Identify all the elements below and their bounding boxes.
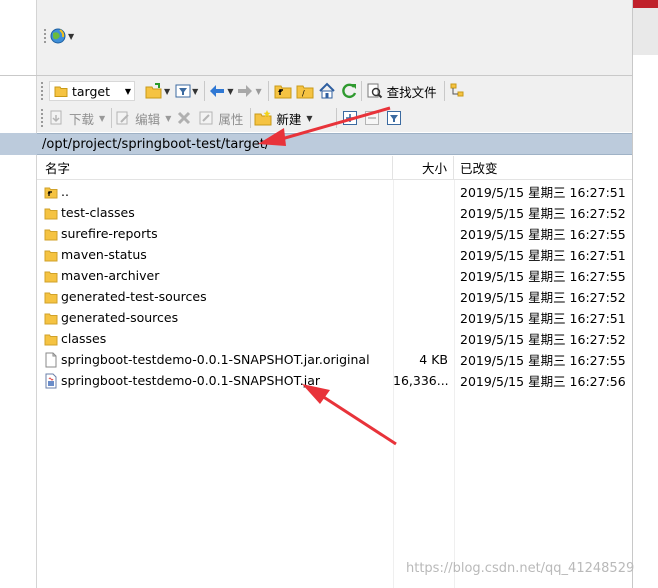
- left-pane: [0, 0, 37, 588]
- file-row[interactable]: springboot-testdemo-0.0.1-SNAPSHOT.jar.o…: [37, 349, 632, 370]
- file-row[interactable]: generated-test-sources 2019/5/15 星期三 16:2…: [37, 286, 632, 307]
- file-row[interactable]: test-classes 2019/5/15 星期三 16:27:52: [37, 202, 632, 223]
- chevron-down-icon[interactable]: ▼: [255, 87, 261, 96]
- column-header-modified[interactable]: 已改变: [454, 156, 632, 180]
- file-row[interactable]: .. 2019/5/15 星期三 16:27:51: [37, 181, 632, 202]
- chevron-down-icon[interactable]: ▼: [165, 114, 171, 123]
- file-name: maven-archiver: [61, 268, 160, 283]
- annotation-arrow-path: [258, 106, 391, 146]
- properties-icon[interactable]: [198, 108, 214, 128]
- file-modified: 2019/5/15 星期三 16:27:52: [460, 206, 626, 221]
- home-icon[interactable]: [318, 81, 336, 101]
- file-row[interactable]: maven-status 2019/5/15 星期三 16:27:51: [37, 244, 632, 265]
- file-name: ..: [61, 184, 69, 199]
- file-name-cell: test-classes: [43, 205, 391, 221]
- file-modified: 2019/5/15 星期三 16:27:52: [460, 290, 626, 305]
- chevron-down-icon[interactable]: ▼: [99, 114, 105, 123]
- annotation-arrow-jar: [302, 384, 397, 446]
- globe-icon: [49, 26, 67, 46]
- top-panel: [0, 0, 632, 76]
- delete-icon[interactable]: [176, 108, 192, 128]
- chevron-down-icon[interactable]: ▼: [68, 32, 74, 41]
- file-modified: 2019/5/15 星期三 16:27:51: [460, 248, 626, 263]
- find-files-button[interactable]: 查找文件: [387, 82, 437, 101]
- right-edge: [632, 0, 658, 588]
- file-row[interactable]: maven-archiver 2019/5/15 星期三 16:27:55: [37, 265, 632, 286]
- file-name: maven-status: [61, 247, 147, 262]
- file-modified: 2019/5/15 星期三 16:27:55: [460, 353, 626, 368]
- file-name: generated-sources: [61, 310, 179, 325]
- file-row[interactable]: classes 2019/5/15 星期三 16:27:52: [37, 328, 632, 349]
- file-name-cell: generated-sources: [43, 310, 391, 326]
- file-modified: 2019/5/15 星期三 16:27:55: [460, 227, 626, 242]
- file-name-cell: classes: [43, 331, 391, 347]
- directory-select[interactable]: target ▼: [49, 81, 135, 101]
- file-modified: 2019/5/15 星期三 16:27:51: [460, 185, 626, 200]
- filter-icon[interactable]: [175, 81, 191, 101]
- download-icon[interactable]: [49, 108, 65, 128]
- folder-icon: [43, 247, 59, 263]
- find-files-icon[interactable]: [367, 81, 383, 101]
- root-directory-icon[interactable]: /: [296, 81, 314, 101]
- file-name-cell: generated-test-sources: [43, 289, 391, 305]
- file-modified: 2019/5/15 星期三 16:27:52: [460, 332, 626, 347]
- folder-icon: [43, 226, 59, 242]
- file-list: 名字 大小 已改变 .. 2019/5/15 星期三 16:27:51 test-c…: [37, 156, 632, 588]
- file-name: classes: [61, 331, 107, 346]
- folder-icon: [43, 268, 59, 284]
- file-name: test-classes: [61, 205, 135, 220]
- open-directory-icon[interactable]: [145, 81, 163, 101]
- left-pane-pathbar: [0, 133, 37, 155]
- edit-icon[interactable]: [115, 108, 131, 128]
- column-header-size[interactable]: 大小: [393, 156, 454, 180]
- directory-select-label: target: [72, 83, 111, 99]
- column-header-name[interactable]: 名字: [37, 156, 393, 180]
- file-name-cell: maven-status: [43, 247, 391, 263]
- parent-dir-icon: [43, 184, 59, 200]
- chevron-down-icon: ▼: [124, 86, 131, 96]
- chevron-down-icon[interactable]: ▼: [164, 87, 170, 96]
- file-name-cell: surefire-reports: [43, 226, 391, 242]
- watermark: https://blog.csdn.net/qq_41248529: [406, 561, 635, 576]
- file-modified: 2019/5/15 星期三 16:27:56: [460, 374, 626, 389]
- chevron-down-icon[interactable]: ▼: [192, 87, 198, 96]
- file-modified: 2019/5/15 星期三 16:27:51: [460, 311, 626, 326]
- file-rows: .. 2019/5/15 星期三 16:27:51 test-classes 2019…: [37, 181, 632, 391]
- file-name: springboot-testdemo-0.0.1-SNAPSHOT.jar.o…: [61, 352, 370, 367]
- back-arrow-icon[interactable]: [208, 81, 226, 101]
- file-name-cell: maven-archiver: [43, 268, 391, 284]
- window-edge-accent: [633, 0, 658, 8]
- forward-arrow-icon[interactable]: [236, 81, 254, 101]
- folder-icon: [43, 310, 59, 326]
- svg-text:/: /: [302, 89, 305, 98]
- refresh-icon[interactable]: [340, 81, 358, 101]
- file-row[interactable]: surefire-reports 2019/5/15 星期三 16:27:55: [37, 223, 632, 244]
- folder-icon: [43, 205, 59, 221]
- file-name-cell: springboot-testdemo-0.0.1-SNAPSHOT.jar.o…: [43, 352, 391, 368]
- parent-directory-icon[interactable]: [274, 81, 292, 101]
- file-modified: 2019/5/15 星期三 16:27:55: [460, 269, 626, 284]
- file-row[interactable]: generated-sources 2019/5/15 星期三 16:27:51: [37, 307, 632, 328]
- file-name: springboot-testdemo-0.0.1-SNAPSHOT.jar: [61, 373, 321, 388]
- properties-button[interactable]: 属性: [218, 109, 243, 128]
- edit-button[interactable]: 编辑: [135, 109, 160, 128]
- chevron-down-icon[interactable]: ▼: [227, 87, 233, 96]
- file-size: 4 KB: [419, 352, 448, 367]
- download-button[interactable]: 下载: [69, 109, 94, 128]
- file-name: surefire-reports: [61, 226, 158, 241]
- file-name-cell: ..: [43, 184, 391, 200]
- file-icon: [43, 352, 59, 368]
- folder-icon: [54, 86, 68, 97]
- folder-icon: [43, 331, 59, 347]
- tree-view-icon[interactable]: [450, 81, 466, 101]
- jar-file-icon: [43, 373, 59, 389]
- folder-icon: [43, 289, 59, 305]
- file-name: generated-test-sources: [61, 289, 207, 304]
- session-button[interactable]: ▼: [44, 25, 80, 47]
